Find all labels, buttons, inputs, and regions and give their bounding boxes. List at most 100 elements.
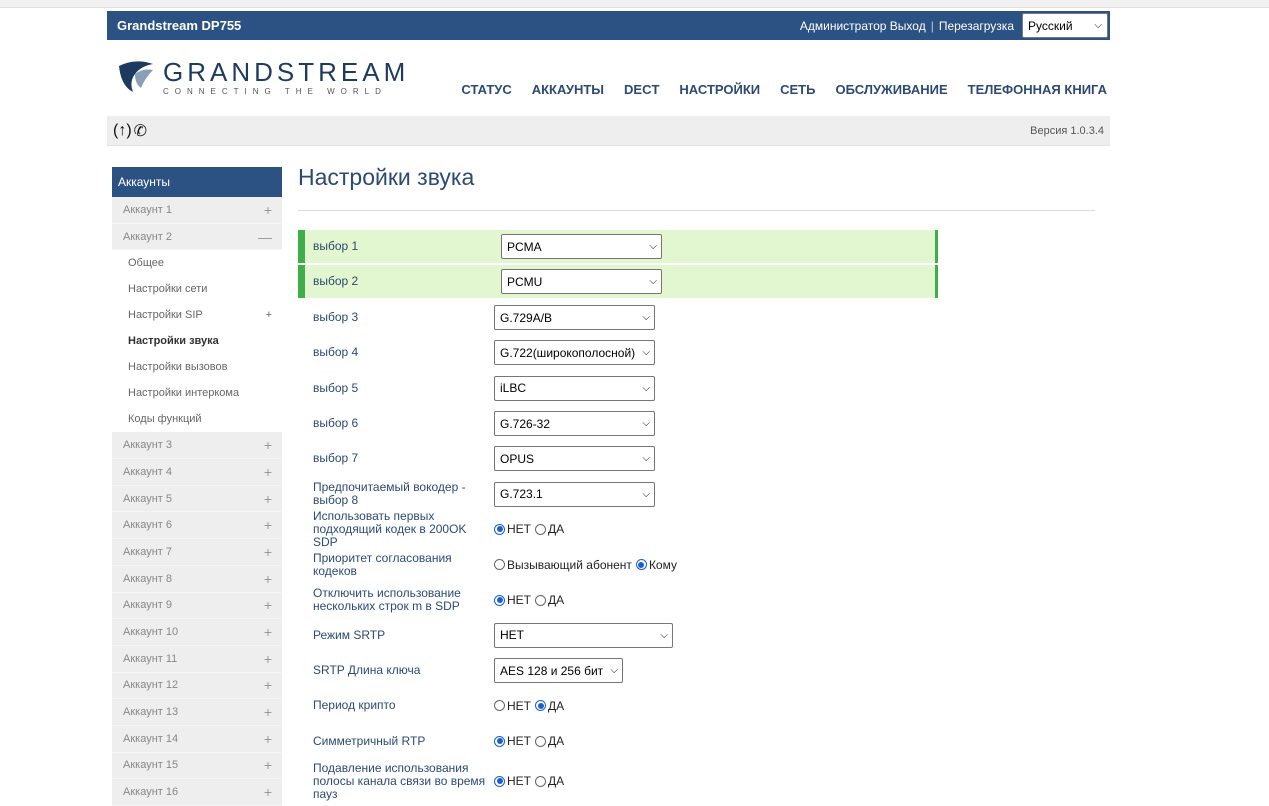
logo-name: GRANDSTREAM <box>163 56 410 87</box>
plus-icon: + <box>263 201 272 218</box>
silence-no-option[interactable]: НЕТ <box>494 774 531 788</box>
chevron-down-icon: ⌵ <box>642 488 650 500</box>
priority-caller-option[interactable]: Вызывающий абонент <box>494 558 632 572</box>
radio-unchecked[interactable] <box>535 523 546 535</box>
plus-icon: + <box>263 704 272 721</box>
crypto-no-option[interactable]: НЕТ <box>494 699 531 713</box>
sidebar-sub-general[interactable]: Общее <box>112 250 282 277</box>
radio-checked[interactable] <box>535 700 546 712</box>
content: Настройки звука <box>298 164 1098 211</box>
row-crypto-lifetime: Период крипто НЕТ ДА <box>298 688 938 723</box>
row-choice-2: выбор 2 PCMU ⌵ <box>298 265 938 298</box>
crypto-yes-option[interactable]: ДА <box>535 699 564 713</box>
sidebar-item-account-5[interactable]: Аккаунт 5 + <box>112 485 282 513</box>
nav-phonebook[interactable]: ТЕЛЕФОННАЯ КНИГА <box>968 82 1107 97</box>
choice-4-select[interactable]: G.722(широкополосной) ⌵ <box>494 340 655 366</box>
nav-accounts[interactable]: АККАУНТЫ <box>532 82 604 97</box>
reboot-link[interactable]: Перезагрузка <box>939 19 1014 33</box>
symmetric-rtp-radios: НЕТ ДА <box>494 734 568 748</box>
sidebar-item-account-14[interactable]: Аккаунт 14 + <box>112 725 282 753</box>
nav-maintenance[interactable]: ОБСЛУЖИВАНИЕ <box>835 82 947 97</box>
sidebar-item-account-4[interactable]: Аккаунт 4 + <box>112 459 282 486</box>
plus-icon: + <box>263 730 272 747</box>
sidebar-sub-sip[interactable]: Настройки SIP + <box>112 302 282 329</box>
sidebar-item-account-3[interactable]: Аккаунт 3 + <box>112 432 282 460</box>
sidebar-item-account-6[interactable]: Аккаунт 6 + <box>112 512 282 540</box>
radio-unchecked[interactable] <box>535 594 546 606</box>
sidebar-accounts-rest: Аккаунт 3 + Аккаунт 4 + Аккаунт 5 + Аккаунт 6 +… <box>112 432 282 806</box>
sidebar-item-account-9[interactable]: Аккаунт 9 + <box>112 592 282 620</box>
radio-checked[interactable] <box>494 594 505 606</box>
sym-rtp-yes-option[interactable]: ДА <box>535 734 564 748</box>
first-codec-no-option[interactable]: НЕТ <box>494 522 531 536</box>
sidebar-sub-feature-codes[interactable]: Коды функций <box>112 406 282 433</box>
radio-checked[interactable] <box>494 775 505 787</box>
header: GRANDSTREAM CONNECTING THE WORLD <box>107 40 1110 116</box>
nav-network[interactable]: СЕТЬ <box>780 82 815 97</box>
plus-icon: + <box>263 650 272 667</box>
sidebar-item-account-16[interactable]: Аккаунт 16 + <box>112 779 282 806</box>
logout-link[interactable]: Выход <box>890 19 926 33</box>
srtp-mode-select[interactable]: НЕТ ⌵ <box>494 622 673 648</box>
choice-6-label: выбор 6 <box>313 416 359 431</box>
nav-status[interactable]: СТАТУС <box>461 82 511 97</box>
page-frame: Grandstream DP755 Администратор Выход | … <box>107 11 1110 146</box>
model-name: Grandstream DP755 <box>117 18 242 33</box>
row-srtp-key-length: SRTP Длина ключа AES 128 и 256 бит ⌵ <box>298 653 938 688</box>
separator: | <box>930 18 934 33</box>
first-codec-radios: НЕТ ДА <box>494 522 568 536</box>
sidebar-sub-audio[interactable]: Настройки звука <box>112 328 282 355</box>
top-bar: Grandstream DP755 Администратор Выход | … <box>107 11 1110 40</box>
sidebar-header[interactable]: Аккаунты <box>112 167 282 197</box>
radio-unchecked[interactable] <box>535 775 546 787</box>
sidebar-item-account-10[interactable]: Аккаунт 10 + <box>112 619 282 646</box>
plus-icon: + <box>263 784 272 801</box>
plus-icon: + <box>263 677 272 694</box>
choice-5-select[interactable]: iLBC ⌵ <box>494 375 655 401</box>
radio-unchecked[interactable] <box>494 559 505 571</box>
nav-settings[interactable]: НАСТРОЙКИ <box>679 82 760 97</box>
sym-rtp-no-option[interactable]: НЕТ <box>494 734 531 748</box>
priority-callee-option[interactable]: Кому <box>635 558 677 572</box>
disable-m-yes-option[interactable]: ДА <box>535 593 564 607</box>
sidebar-item-account-13[interactable]: Аккаунт 13 + <box>112 699 282 726</box>
choice-7-label: выбор 7 <box>313 451 359 466</box>
browser-strip <box>0 0 1269 8</box>
silence-suppression-radios: НЕТ ДА <box>494 774 568 788</box>
row-symmetric-rtp: Симметричный RTP НЕТ ДА <box>298 724 938 759</box>
sidebar-sub-intercom[interactable]: Настройки интеркома <box>112 380 282 407</box>
sidebar-item-account-2[interactable]: Аккаунт 2— <box>112 223 282 251</box>
radio-unchecked[interactable] <box>494 700 505 712</box>
choice-1-select[interactable]: PCMA ⌵ <box>501 234 662 259</box>
radio-unchecked[interactable] <box>535 735 546 747</box>
plus-icon: + <box>265 309 272 322</box>
srtp-key-length-select[interactable]: AES 128 и 256 бит ⌵ <box>494 658 623 684</box>
first-codec-yes-option[interactable]: ДА <box>535 522 564 536</box>
sidebar-item-account-11[interactable]: Аккаунт 11 + <box>112 645 282 673</box>
row-choice-8: Предпочитаемый вокодер - выбор 8 G.723.1… <box>298 476 938 511</box>
choice-8-select[interactable]: G.723.1 ⌵ <box>494 481 655 507</box>
radio-checked[interactable] <box>635 559 647 571</box>
choice-3-select[interactable]: G.729A/B ⌵ <box>494 305 655 331</box>
silence-yes-option[interactable]: ДА <box>535 774 564 788</box>
sidebar-sub-calls[interactable]: Настройки вызовов <box>112 354 282 381</box>
radio-checked[interactable] <box>494 735 505 747</box>
srtp-key-length-label: SRTP Длина ключа <box>313 663 421 678</box>
chevron-down-icon: ⌵ <box>642 312 650 324</box>
sidebar-item-account-1[interactable]: Аккаунт 1 + <box>112 197 282 224</box>
sidebar-item-account-8[interactable]: Аккаунт 8 + <box>112 565 282 593</box>
admin-link[interactable]: Администратор <box>800 19 887 33</box>
language-select[interactable]: Русский ⌵ <box>1022 13 1108 38</box>
radio-checked[interactable] <box>494 523 505 535</box>
sidebar-item-account-12[interactable]: Аккаунт 12 + <box>112 672 282 700</box>
crypto-lifetime-radios: НЕТ ДА <box>494 699 568 713</box>
sidebar-item-account-15[interactable]: Аккаунт 15 + <box>112 752 282 780</box>
nav-dect[interactable]: DECT <box>624 82 659 97</box>
sidebar-item-account-7[interactable]: Аккаунт 7 + <box>112 539 282 566</box>
choice-2-select[interactable]: PCMU ⌵ <box>501 269 662 294</box>
choice-7-select[interactable]: OPUS ⌵ <box>494 446 655 472</box>
choice-6-select[interactable]: G.726-32 ⌵ <box>494 411 655 437</box>
disable-m-no-option[interactable]: НЕТ <box>494 593 531 607</box>
sidebar-sub-network[interactable]: Настройки сети <box>112 276 282 303</box>
row-choice-5: выбор 5 iLBC ⌵ <box>298 371 938 406</box>
